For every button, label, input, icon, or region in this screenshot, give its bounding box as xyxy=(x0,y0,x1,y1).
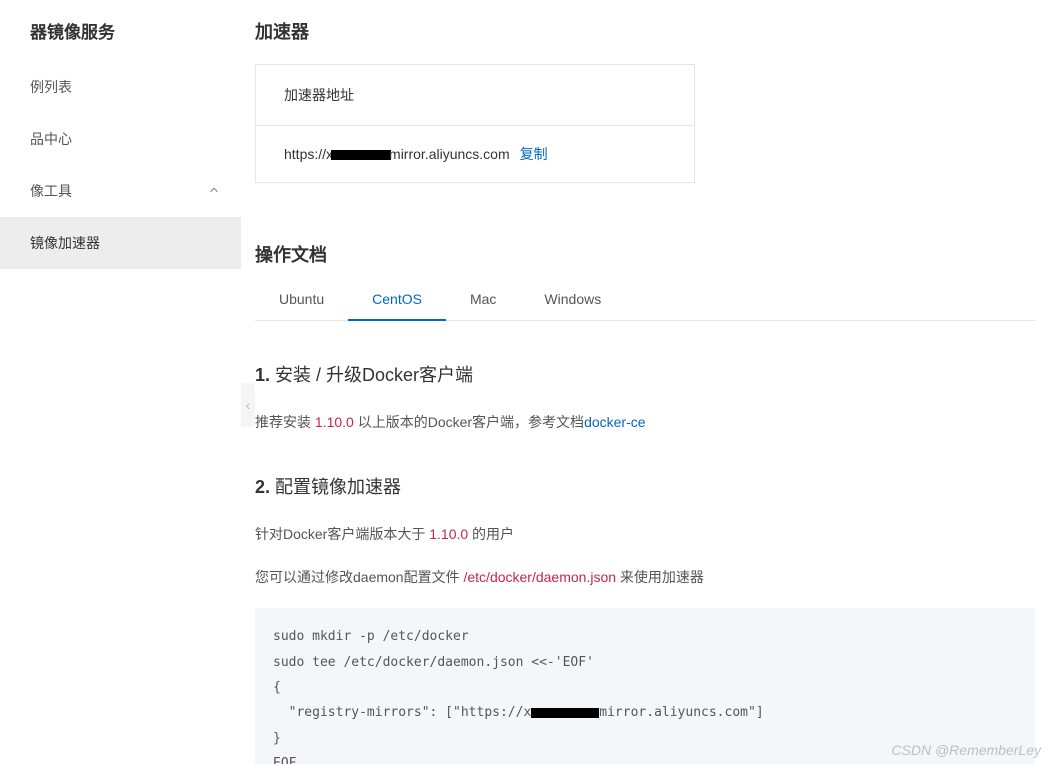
accelerator-url: https://xmirror.aliyuncs.com xyxy=(284,146,510,162)
sidebar-item-tools[interactable]: 像工具 xyxy=(0,165,241,217)
sidebar-item-label: 例列表 xyxy=(30,77,72,97)
sidebar-item-instances[interactable]: 例列表 xyxy=(0,61,241,113)
doc-step-2: 2. 配置镜像加速器 针对Docker客户端版本大于 1.10.0 的用户 您可… xyxy=(255,473,1053,764)
sidebar-title: 器镜像服务 xyxy=(0,0,241,61)
sidebar-item-label: 品中心 xyxy=(30,129,72,149)
sidebar-collapse-handle[interactable]: ‹ xyxy=(241,383,255,427)
version-text: 1.10.0 xyxy=(429,526,468,542)
step1-heading: 1. 安装 / 升级Docker客户端 xyxy=(255,361,1053,387)
accelerator-title: 加速器 xyxy=(255,18,1053,44)
watermark: CSDN @RememberLey xyxy=(891,742,1041,758)
version-text: 1.10.0 xyxy=(315,414,354,430)
os-tabs: Ubuntu CentOS Mac Windows xyxy=(255,279,1035,321)
step2-line2: 您可以通过修改daemon配置文件 /etc/docker/daemon.jso… xyxy=(255,566,1053,588)
docs-title: 操作文档 xyxy=(255,241,1053,267)
code-block: sudo mkdir -p /etc/docker sudo tee /etc/… xyxy=(255,608,1035,764)
chevron-up-icon xyxy=(207,183,221,200)
sidebar-item-mirror-accelerator[interactable]: 镜像加速器 xyxy=(0,217,241,269)
tab-ubuntu[interactable]: Ubuntu xyxy=(255,279,348,320)
step1-text: 推荐安装 1.10.0 以上版本的Docker客户端，参考文档docker-ce xyxy=(255,411,1053,433)
docker-ce-link[interactable]: docker-ce xyxy=(584,414,645,430)
sidebar-item-label: 像工具 xyxy=(30,181,72,201)
accelerator-address-label: 加速器地址 xyxy=(256,65,694,126)
step2-line1: 针对Docker客户端版本大于 1.10.0 的用户 xyxy=(255,523,1053,545)
main-content: 加速器 加速器地址 https://xmirror.aliyuncs.com 复… xyxy=(241,0,1053,764)
sidebar-item-label: 镜像加速器 xyxy=(30,233,100,253)
sidebar-item-products[interactable]: 品中心 xyxy=(0,113,241,165)
sidebar: 器镜像服务 例列表 品中心 像工具 镜像加速器 xyxy=(0,0,241,764)
redacted-text xyxy=(331,150,391,160)
tab-mac[interactable]: Mac xyxy=(446,279,520,320)
accelerator-card: 加速器地址 https://xmirror.aliyuncs.com 复制 xyxy=(255,64,695,183)
config-path: /etc/docker/daemon.json xyxy=(463,569,616,585)
step2-heading: 2. 配置镜像加速器 xyxy=(255,473,1053,499)
doc-step-1: 1. 安装 / 升级Docker客户端 推荐安装 1.10.0 以上版本的Doc… xyxy=(255,361,1053,433)
tab-windows[interactable]: Windows xyxy=(520,279,625,320)
tab-centos[interactable]: CentOS xyxy=(348,279,446,321)
redacted-text xyxy=(531,708,599,718)
chevron-left-icon: ‹ xyxy=(246,397,251,413)
copy-button[interactable]: 复制 xyxy=(520,144,548,164)
